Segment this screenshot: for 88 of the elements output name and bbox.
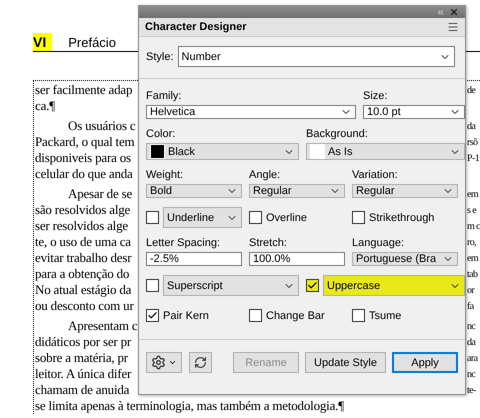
dropdown[interactable]: Superscript (163, 275, 299, 296)
dropdown[interactable]: Regular (352, 184, 458, 198)
field-label: Style: (146, 50, 174, 62)
checkbox-label: Change Bar (266, 310, 325, 322)
body-text-line: celular do que anda (34, 166, 133, 182)
dropdown[interactable]: Regular (249, 184, 345, 198)
input-field[interactable]: 100.0% (249, 252, 345, 266)
checkbox-label: Pair Kern (163, 310, 209, 322)
checkbox[interactable] (306, 279, 319, 292)
close-icon[interactable] (449, 7, 459, 17)
color-dropdown[interactable]: Black (146, 143, 299, 160)
body-text-line: sobre a matéria, pr (34, 350, 128, 366)
body-text-line: disponiveis para os (34, 150, 131, 166)
body-text-line: didáticos por ser pr (34, 334, 132, 350)
checkbox[interactable] (352, 211, 365, 224)
field-label: Stretch: (249, 237, 288, 249)
body-text-line: para a obtenção do (34, 266, 130, 282)
body-text-line: No atual estágio da (34, 282, 132, 298)
body-text-line: leitor. A única difer (34, 366, 132, 382)
checkbox[interactable] (146, 309, 159, 322)
body-text-line: evitar trabalho desr (34, 250, 132, 266)
body-text-fragment: ro, (467, 236, 476, 248)
body-text-fragment: or (467, 284, 474, 296)
field-label: Family: (146, 90, 182, 102)
body-text-fragment: da (467, 120, 476, 132)
body-text-fragment: s e (467, 204, 476, 216)
collapse-icon[interactable] (436, 8, 445, 16)
dialog-button[interactable]: Update Style (305, 352, 386, 373)
menu-icon[interactable] (447, 21, 459, 33)
body-text-fragment: rsõ (467, 136, 478, 148)
chapter-number: VI (33, 33, 52, 51)
refresh-icon (194, 356, 207, 369)
checkbox-label: Overline (266, 212, 307, 224)
checkbox[interactable] (146, 211, 159, 224)
chapter-title: Prefácio (68, 34, 116, 51)
body-text-fragment: da (467, 336, 476, 348)
input-field[interactable]: -2.5% (146, 252, 242, 266)
dialog-button[interactable]: Apply (392, 352, 458, 373)
body-text-line: Packard, o qual tem (34, 134, 134, 150)
field-label: Size: (363, 90, 388, 102)
field-label: Angle: (249, 169, 282, 181)
checkbox[interactable] (352, 309, 365, 322)
body-text-fragment: m c (467, 220, 480, 232)
checkbox[interactable] (249, 211, 262, 224)
settings-button[interactable] (146, 352, 182, 373)
body-text-fragment: P-1 (467, 152, 480, 164)
body-text-line: são resolvidos alge (34, 202, 130, 218)
body-text-fragment: nc (467, 368, 476, 380)
dropdown[interactable]: Bold (146, 184, 242, 198)
body-text-fragment: em (467, 252, 478, 264)
checkbox-label: Strikethrough (369, 212, 434, 224)
body-text-fragment: tab (467, 268, 478, 280)
body-text-line: Os usuários c (67, 118, 136, 134)
color-dropdown[interactable]: As Is (306, 143, 465, 160)
checkbox-label: Tsume (369, 310, 402, 322)
field-label: Background: (306, 128, 369, 140)
body-text-line: te, o uso de uma ca (34, 234, 131, 250)
combo-field[interactable]: Number (178, 46, 455, 67)
body-text-fragment: nc (467, 320, 476, 332)
body-text-line: Apesar de se (67, 186, 132, 202)
field-label: Letter Spacing: (146, 237, 221, 249)
body-text-fragment: em (467, 188, 478, 200)
checkbox[interactable] (146, 279, 159, 292)
body-text-line: ou desconto com ur (34, 298, 134, 314)
refresh-button[interactable] (189, 352, 212, 373)
body-text-line: ser facilmente adap (34, 82, 132, 98)
dropdown[interactable]: Underline (163, 207, 242, 228)
field-label: Language: (352, 237, 405, 249)
caret-icon (168, 358, 177, 367)
body-text-fragment: de (467, 84, 476, 96)
field-label: Variation: (352, 169, 399, 181)
combo-field[interactable]: Helvetica (146, 105, 356, 119)
body-text-line: Apresentam c (67, 318, 138, 334)
panel-title: Character Designer (145, 21, 246, 33)
combo-field[interactable]: 10.0 pt (363, 105, 465, 119)
body-text-line: chamam de anuida (34, 382, 130, 398)
body-text-fragment: te- (467, 384, 476, 396)
body-text-fragment: fa (467, 300, 474, 312)
body-text-line: se limita apenas à terminologia, mas também a metodologia.¶ (34, 398, 344, 414)
gear-icon (151, 355, 166, 370)
checkbox[interactable] (249, 309, 262, 322)
body-text-line: ca.¶ (34, 98, 55, 114)
body-text-line: ser resolvidos alge (34, 218, 128, 234)
dropdown[interactable]: Portuguese (Bra (352, 252, 458, 266)
body-text-fragment: ara (467, 352, 478, 364)
field-label: Color: (146, 128, 176, 140)
dropdown[interactable]: Uppercase (323, 275, 465, 296)
field-label: Weight: (146, 169, 184, 181)
